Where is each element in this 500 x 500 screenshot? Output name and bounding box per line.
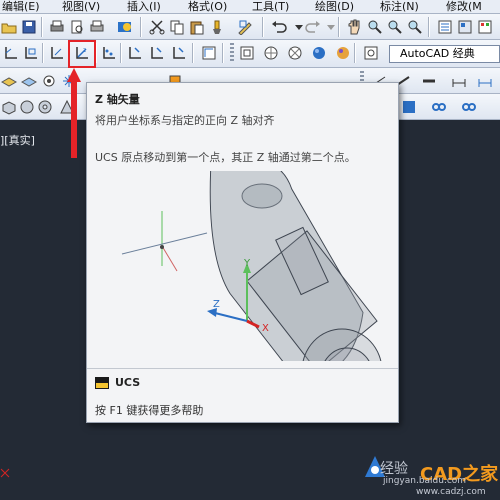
menu-format[interactable]: 格式(O) <box>188 0 227 14</box>
axis-y-label: Y <box>243 258 251 269</box>
box-icon[interactable] <box>0 98 18 116</box>
axis-z-label: Z <box>213 299 220 310</box>
undo-icon[interactable] <box>270 18 288 36</box>
ucs-z-icon[interactable] <box>170 44 188 62</box>
view-icon[interactable] <box>400 98 418 116</box>
dimension-style-icon[interactable] <box>476 72 494 90</box>
watermark-url-2: www.cadzj.com <box>416 487 486 497</box>
link-icon[interactable] <box>430 98 448 116</box>
annotation-arrow <box>67 68 81 158</box>
sphere-icon[interactable] <box>18 98 36 116</box>
visual-styles-manager-icon[interactable] <box>362 44 380 62</box>
match-properties-icon[interactable] <box>208 18 226 36</box>
publish-icon[interactable] <box>88 18 106 36</box>
tooltip-help: 按 F1 键获得更多帮助 <box>95 404 204 417</box>
tooltip-description: 将用户坐标系与指定的正向 Z 轴对齐 <box>95 114 275 127</box>
torus-icon[interactable] <box>36 98 54 116</box>
menu-edit[interactable]: 编辑(E) <box>2 0 40 14</box>
tooltip-panel: Z 轴矢量 将用户坐标系与指定的正向 Z 轴对齐 UCS 原点移动到第一个点，其… <box>86 82 399 423</box>
separator <box>192 43 194 63</box>
ucs-world-icon[interactable] <box>22 44 40 62</box>
toolbar-grip[interactable] <box>230 43 234 63</box>
tooltip-divider <box>87 368 398 369</box>
realistic-icon[interactable] <box>310 44 328 62</box>
zoom-realtime-icon[interactable] <box>366 18 384 36</box>
conceptual-icon[interactable] <box>334 44 352 62</box>
separator <box>42 43 44 63</box>
print-icon[interactable] <box>48 18 66 36</box>
tool-palettes-icon[interactable] <box>476 18 494 36</box>
tooltip-title: Z 轴矢量 <box>95 93 140 106</box>
layer-state-icon[interactable] <box>20 72 38 90</box>
standard-toolbar <box>0 14 500 40</box>
paste-icon[interactable] <box>188 18 206 36</box>
dimension-icon[interactable] <box>450 72 468 90</box>
separator <box>338 17 340 37</box>
axis-x-label: X <box>262 323 269 334</box>
zoom-previous-icon[interactable] <box>406 18 424 36</box>
command-name: UCS <box>115 376 141 389</box>
command-icon <box>95 376 109 389</box>
design-center-icon[interactable] <box>456 18 474 36</box>
open-icon[interactable] <box>0 18 18 36</box>
menu-view[interactable]: 视图(V) <box>62 0 100 14</box>
separator <box>140 17 142 37</box>
layer-icon[interactable] <box>0 72 18 90</box>
plot-style-icon[interactable] <box>420 72 438 90</box>
pan-icon[interactable] <box>345 18 363 36</box>
ucs-3point-icon[interactable] <box>100 44 118 62</box>
watermark-url: jingyan.baidu.com <box>383 476 467 486</box>
cut-icon[interactable] <box>148 18 166 36</box>
highlight-box <box>68 40 96 68</box>
tooltip-detail: UCS 原点移动到第一个点，其正 Z 轴通过第二个点。 <box>95 151 356 164</box>
viewport-label[interactable]: ][真实] <box>0 132 35 148</box>
ucs-origin-marker-icon <box>0 468 10 478</box>
3d-dwf-icon[interactable] <box>116 18 134 36</box>
visual-style-2d-icon[interactable] <box>238 44 256 62</box>
tooltip-command: UCS <box>95 376 140 389</box>
wireframe-icon[interactable] <box>262 44 280 62</box>
separator <box>354 43 356 63</box>
separator <box>222 43 224 63</box>
hidden-style-icon[interactable] <box>286 44 304 62</box>
redo-icon[interactable] <box>304 18 322 36</box>
ucs-icon[interactable] <box>2 44 20 62</box>
save-icon[interactable] <box>20 18 38 36</box>
menu-modify[interactable]: 修改(M <box>446 0 482 14</box>
menu-bar: 编辑(E) 视图(V) 插入(I) 格式(O) 工具(T) 绘图(D) 标注(N… <box>0 0 500 14</box>
ucs-y-icon[interactable] <box>148 44 166 62</box>
ucs-previous-icon[interactable] <box>48 44 66 62</box>
properties-icon[interactable] <box>436 18 454 36</box>
copy-icon[interactable] <box>168 18 186 36</box>
block-editor-icon[interactable] <box>236 18 254 36</box>
separator <box>428 17 430 37</box>
ucs-x-icon[interactable] <box>126 44 144 62</box>
menu-draw[interactable]: 绘图(D) <box>315 0 354 14</box>
zoom-window-icon[interactable] <box>386 18 404 36</box>
link-alt-icon[interactable] <box>460 98 478 116</box>
z-axis-illustration: Y Z X <box>121 171 382 361</box>
watermark-baidu: 经验 <box>380 461 408 477</box>
menu-tools[interactable]: 工具(T) <box>252 0 289 14</box>
menu-insert[interactable]: 插入(I) <box>127 0 161 14</box>
separator <box>120 43 122 63</box>
apply-ucs-icon[interactable] <box>200 44 218 62</box>
layer-on-off-icon[interactable] <box>40 72 58 90</box>
menu-dimension[interactable]: 标注(N) <box>380 0 419 14</box>
separator <box>262 17 264 37</box>
separator <box>41 17 43 37</box>
print-preview-icon[interactable] <box>68 18 86 36</box>
workspace-select[interactable]: AutoCAD 经典 <box>389 45 500 63</box>
